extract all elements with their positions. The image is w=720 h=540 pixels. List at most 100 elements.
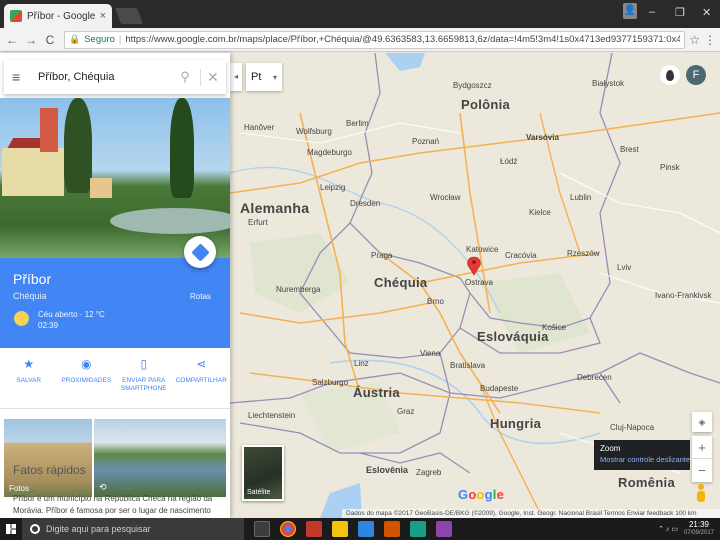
place-hero-photo[interactable] <box>0 98 230 258</box>
app-icon[interactable] <box>306 521 322 537</box>
country-label-czechia: Chéquia <box>374 275 428 290</box>
country-label-poland: Polônia <box>461 97 511 112</box>
country-label-romania: Romênia <box>618 475 676 490</box>
search-box: ≡ Příbor, Chéquia ⚲ ✕ <box>4 60 226 94</box>
city-label: Dresden <box>350 199 381 208</box>
url-text: https://www.google.com.br/maps/place/Pří… <box>125 34 680 45</box>
star-icon: ★ <box>23 357 35 371</box>
city-label: Poznań <box>412 137 440 146</box>
city-label: Cluj-Napoca <box>610 423 655 432</box>
motorway <box>239 302 431 324</box>
local-time: 02:39 <box>38 321 59 330</box>
street-view-thumbnail[interactable]: ⟲ <box>94 419 226 497</box>
lock-icon: 🔒 <box>69 34 81 44</box>
country-label-slovakia: Eslováquia <box>477 329 549 344</box>
satellite-toggle[interactable]: Satélite <box>242 445 284 501</box>
url-input[interactable]: 🔒 Seguro | https://www.google.com.br/map… <box>64 30 686 49</box>
browser-user-icon[interactable]: 👤 <box>623 3 637 19</box>
clock-time: 21:39 <box>688 520 709 529</box>
quick-facts-title: Fatos rápidos <box>13 463 86 477</box>
send-to-phone-button[interactable]: ▯ ENVIAR PARA SMARTPHONE <box>118 349 170 408</box>
taskbar-search[interactable]: Digite aqui para pesquisar <box>22 518 244 540</box>
secure-label: Seguro <box>84 34 115 45</box>
country-label-hungary: Hungria <box>490 416 542 431</box>
place-title: Příbor <box>13 271 52 287</box>
minimize-button[interactable]: – <box>649 6 655 18</box>
place-panel: ≡ Příbor, Chéquia ⚲ ✕ Příbor Chéquia Céu… <box>0 53 230 518</box>
search-input[interactable]: Příbor, Chéquia <box>30 71 176 83</box>
powerpoint-icon[interactable] <box>384 521 400 537</box>
weather-info: Céu aberto · 12 °C 02:39 <box>38 309 105 331</box>
photo-strip: Fotos ⟲ <box>4 419 226 497</box>
task-view-icon[interactable] <box>254 521 270 537</box>
collapse-panel-button[interactable]: ◂ <box>230 63 242 91</box>
bookmark-star-icon[interactable]: ☆ <box>689 33 700 47</box>
search-icon[interactable]: ⚲ <box>176 69 194 85</box>
clock[interactable]: 21:39 07/09/2017 <box>684 521 714 537</box>
romania-border <box>599 352 720 384</box>
browser-tab[interactable]: Příbor - Google Maps × <box>4 4 112 28</box>
close-icon[interactable]: ✕ <box>200 68 219 86</box>
quick-facts-text: Příbor é um município na República Checa… <box>13 494 213 515</box>
start-button[interactable] <box>0 518 22 540</box>
city-label: Debrecen <box>577 373 612 382</box>
photos-label: Fotos <box>9 484 30 493</box>
system-tray: ⌃ ♪ ▭ 21:39 07/09/2017 <box>658 521 720 537</box>
address-bar: ← → C 🔒 Seguro | https://www.google.com.… <box>0 28 720 52</box>
windows-logo-icon <box>6 524 16 534</box>
zoom-tooltip-title: Zoom <box>600 444 621 453</box>
clock-date: 07/09/2017 <box>683 530 714 536</box>
routes-label[interactable]: Rotas <box>190 292 211 301</box>
place-actions: ★ SALVAR ◉ PROXIMIDADES ▯ ENVIAR PARA SM… <box>0 349 230 409</box>
city-label: Erfurt <box>248 218 268 227</box>
save-button[interactable]: ★ SALVAR <box>3 349 55 408</box>
nearby-button[interactable]: ◉ PROXIMIDADES <box>60 349 112 408</box>
city-label: Berlim <box>346 119 369 128</box>
weather-condition: Céu aberto · 12 °C <box>38 310 105 319</box>
close-window-button[interactable]: ✕ <box>702 6 711 19</box>
city-label: Brno <box>427 297 444 306</box>
city-label: Leipzig <box>320 183 346 192</box>
city-label: Katowice <box>466 245 499 254</box>
store-icon[interactable] <box>358 521 374 537</box>
compass-icon[interactable]: ◈ <box>692 412 712 432</box>
forward-icon[interactable]: → <box>23 33 39 47</box>
city-label: Ivano-Frankivsk <box>655 291 712 300</box>
city-label-ostrava: Ostrava <box>465 278 494 287</box>
maximize-button[interactable]: ❐ <box>675 6 685 19</box>
tray-icons[interactable]: ⌃ ♪ ▭ <box>658 525 678 533</box>
city-label: Nuremberga <box>276 285 321 294</box>
city-label: Lviv <box>617 263 632 272</box>
zoom-tooltip: Zoom Mostrar controle deslizante <box>594 440 690 470</box>
chevron-down-icon: ▾ <box>272 72 277 82</box>
city-label: Praga <box>371 251 393 260</box>
url-separator: | <box>118 34 122 45</box>
city-label: Liechtenstein <box>248 411 296 420</box>
file-explorer-icon[interactable] <box>332 521 348 537</box>
pegman-icon[interactable] <box>694 484 708 504</box>
share-button[interactable]: ⋖ COMPARTILHAR <box>175 349 227 408</box>
browser-menu-icon[interactable]: ⋮ <box>704 33 716 47</box>
city-label: Salzburgo <box>312 378 349 387</box>
zoom-in-button[interactable]: + <box>692 436 712 459</box>
back-icon[interactable]: ← <box>4 33 20 47</box>
app-icon[interactable] <box>410 521 426 537</box>
new-tab-button[interactable] <box>115 8 143 24</box>
directions-button[interactable] <box>184 236 216 268</box>
app-icon[interactable] <box>436 521 452 537</box>
photo-thumbnail[interactable]: Fotos <box>4 419 92 497</box>
account-avatar[interactable]: F <box>686 65 706 85</box>
location-pin-icon[interactable] <box>660 65 680 85</box>
tab-close-icon[interactable]: × <box>100 10 106 22</box>
share-icon: ⋖ <box>196 357 207 371</box>
map-attribution: Dados do mapa ©2017 GeoBasis-DE/BKG (©20… <box>342 509 720 518</box>
country-label-austria: Áustria <box>353 385 400 400</box>
reload-icon[interactable]: C <box>42 33 58 47</box>
chrome-icon[interactable] <box>280 521 296 537</box>
menu-icon[interactable]: ≡ <box>12 69 30 85</box>
map-language-select[interactable]: Pt ▾ <box>246 63 282 91</box>
action-label: SALVAR <box>16 377 42 384</box>
baltic-sea-shape <box>385 53 425 71</box>
show-slider-link[interactable]: Mostrar controle deslizante <box>600 455 690 464</box>
zoom-out-button[interactable]: − <box>692 459 712 482</box>
